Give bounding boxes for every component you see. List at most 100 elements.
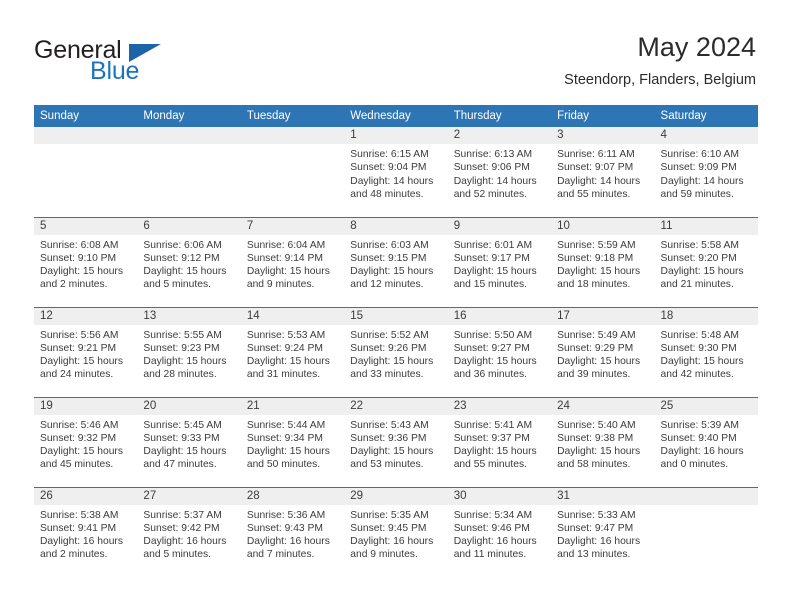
day-detail-line: Daylight: 14 hours xyxy=(350,175,434,187)
day-detail-line: Daylight: 16 hours xyxy=(557,536,641,548)
day-detail-line: Daylight: 16 hours xyxy=(143,536,227,548)
day-cell[interactable]: 24 Sunrise: 5:40 AM Sunset: 9:38 PM Dayligh… xyxy=(551,396,655,487)
day-detail-line: and 13 minutes. xyxy=(557,549,631,561)
day-number xyxy=(240,127,345,144)
day-cell[interactable]: 26 Sunrise: 5:38 AM Sunset: 9:41 PM Dayligh… xyxy=(34,486,138,577)
day-detail-line: Daylight: 15 hours xyxy=(246,266,330,278)
page-title: May 2024 xyxy=(637,32,756,62)
calendar-week-row: 1 Sunrise: 6:15 AM Sunset: 9:04 PM Daylight… xyxy=(34,127,758,217)
day-detail-line: Sunrise: 6:15 AM xyxy=(350,149,429,160)
day-detail-line: Sunrise: 5:41 AM xyxy=(453,419,533,431)
day-number: 10 xyxy=(551,217,655,235)
day-details: Sunrise: 5:34 AM Sunset: 9:46 PM Daylight:… xyxy=(448,505,551,562)
day-cell[interactable]: 2 Sunrise: 6:13 AM Sunset: 9:06 PM Daylight… xyxy=(447,127,552,217)
page-header: General Blue May 2024 Steendorp, Flander… xyxy=(0,0,792,100)
day-number: 29 xyxy=(344,487,448,505)
day-detail-line: and 18 minutes. xyxy=(557,279,631,291)
day-cell[interactable]: 29 Sunrise: 5:35 AM Sunset: 9:45 PM Dayligh… xyxy=(344,486,448,577)
day-detail-line: Daylight: 16 hours xyxy=(453,536,537,548)
day-detail-line: and 58 minutes. xyxy=(557,459,631,471)
day-detail-line: Sunrise: 5:59 AM xyxy=(557,239,636,251)
day-detail-line: Daylight: 16 hours xyxy=(350,536,434,548)
day-number xyxy=(34,127,138,144)
day-detail-line: Sunset: 9:34 PM xyxy=(246,432,323,444)
day-detail-line: and 48 minutes. xyxy=(350,188,424,200)
day-detail-line: Sunrise: 5:55 AM xyxy=(143,329,222,341)
day-details: Sunrise: 5:53 AM Sunset: 9:24 PM Daylight:… xyxy=(241,325,344,382)
day-cell[interactable]: 7 Sunrise: 6:04 AM Sunset: 9:14 PM Daylight… xyxy=(240,216,345,307)
day-detail-line: Sunset: 9:21 PM xyxy=(40,342,117,354)
day-cell[interactable]: 30 Sunrise: 5:34 AM Sunset: 9:46 PM Dayligh… xyxy=(447,486,552,577)
day-cell[interactable]: 12 Sunrise: 5:56 AM Sunset: 9:21 PM Dayligh… xyxy=(34,306,138,397)
day-cell[interactable]: 16 Sunrise: 5:50 AM Sunset: 9:27 PM Dayligh… xyxy=(447,306,552,397)
day-detail-line: Daylight: 16 hours xyxy=(660,446,744,458)
day-cell[interactable]: 8 Sunrise: 6:03 AM Sunset: 9:15 PM Daylight… xyxy=(344,216,448,307)
day-cell[interactable]: 27 Sunrise: 5:37 AM Sunset: 9:42 PM Dayligh… xyxy=(137,486,241,577)
day-cell[interactable]: 1 Sunrise: 6:15 AM Sunset: 9:04 PM Daylight… xyxy=(344,127,448,217)
day-detail-line: Sunrise: 5:38 AM xyxy=(40,509,119,521)
day-cell[interactable]: 19 Sunrise: 5:46 AM Sunset: 9:32 PM Dayligh… xyxy=(34,396,138,487)
day-cell[interactable]: 17 Sunrise: 5:49 AM Sunset: 9:29 PM Dayligh… xyxy=(551,306,655,397)
day-detail-line: and 36 minutes. xyxy=(453,369,527,381)
day-detail-line: and 7 minutes. xyxy=(246,549,315,561)
calendar-week-row: 12 Sunrise: 5:56 AM Sunset: 9:21 PM Dayligh… xyxy=(34,306,758,397)
day-details: Sunrise: 5:58 AM Sunset: 9:20 PM Daylight:… xyxy=(655,235,758,292)
day-cell-empty xyxy=(137,127,241,217)
day-cell[interactable]: 14 Sunrise: 5:53 AM Sunset: 9:24 PM Dayligh… xyxy=(240,306,345,397)
day-detail-line: Sunset: 9:24 PM xyxy=(246,342,323,354)
day-cell[interactable]: 6 Sunrise: 6:06 AM Sunset: 9:12 PM Daylight… xyxy=(137,216,241,307)
day-cell[interactable]: 13 Sunrise: 5:55 AM Sunset: 9:23 PM Dayligh… xyxy=(137,306,241,397)
day-cell[interactable]: 15 Sunrise: 5:52 AM Sunset: 9:26 PM Dayligh… xyxy=(344,306,448,397)
day-detail-line: and 39 minutes. xyxy=(557,369,631,381)
weekday-header-cell: Thursday xyxy=(447,105,552,127)
day-detail-line: Sunset: 9:30 PM xyxy=(660,342,737,354)
day-detail-line: Sunrise: 5:36 AM xyxy=(246,509,326,521)
day-cell[interactable]: 23 Sunrise: 5:41 AM Sunset: 9:37 PM Dayligh… xyxy=(447,396,552,487)
day-detail-line: and 52 minutes. xyxy=(453,188,527,200)
day-details: Sunrise: 5:41 AM Sunset: 9:37 PM Daylight:… xyxy=(448,415,551,472)
day-detail-line: and 2 minutes. xyxy=(40,549,108,561)
day-cell[interactable]: 21 Sunrise: 5:44 AM Sunset: 9:34 PM Dayligh… xyxy=(240,396,345,487)
day-cell[interactable]: 5 Sunrise: 6:08 AM Sunset: 9:10 PM Daylight… xyxy=(34,216,138,307)
day-details: Sunrise: 5:50 AM Sunset: 9:27 PM Daylight:… xyxy=(448,325,551,382)
day-detail-line: Sunrise: 5:33 AM xyxy=(557,509,636,521)
day-number: 14 xyxy=(240,307,345,325)
day-details: Sunrise: 5:49 AM Sunset: 9:29 PM Daylight:… xyxy=(551,325,654,382)
day-detail-line: Sunrise: 5:52 AM xyxy=(350,329,429,341)
day-details: Sunrise: 5:55 AM Sunset: 9:23 PM Daylight:… xyxy=(137,325,240,382)
day-cell[interactable]: 22 Sunrise: 5:43 AM Sunset: 9:36 PM Dayligh… xyxy=(344,396,448,487)
day-detail-line: and 31 minutes. xyxy=(246,369,321,381)
day-detail-line: Daylight: 15 hours xyxy=(143,266,227,278)
day-cell[interactable]: 11 Sunrise: 5:58 AM Sunset: 9:20 PM Dayligh… xyxy=(654,216,758,307)
day-cell[interactable]: 18 Sunrise: 5:48 AM Sunset: 9:30 PM Dayligh… xyxy=(654,306,758,397)
day-detail-line: Daylight: 15 hours xyxy=(350,356,434,368)
day-number: 21 xyxy=(240,397,345,415)
day-cell[interactable]: 20 Sunrise: 5:45 AM Sunset: 9:33 PM Dayligh… xyxy=(137,396,241,487)
day-cell[interactable]: 25 Sunrise: 5:39 AM Sunset: 9:40 PM Dayligh… xyxy=(654,396,758,487)
day-detail-line: Daylight: 15 hours xyxy=(453,446,537,458)
day-details xyxy=(241,144,344,148)
day-details: Sunrise: 6:13 AM Sunset: 9:06 PM Daylight:… xyxy=(448,144,551,201)
day-cell[interactable]: 31 Sunrise: 5:33 AM Sunset: 9:47 PM Dayligh… xyxy=(551,486,655,577)
day-detail-line: Daylight: 15 hours xyxy=(557,446,641,458)
day-details: Sunrise: 5:35 AM Sunset: 9:45 PM Daylight:… xyxy=(344,505,447,562)
day-detail-line: and 24 minutes. xyxy=(40,369,114,381)
day-cell[interactable]: 4 Sunrise: 6:10 AM Sunset: 9:09 PM Daylight… xyxy=(654,127,758,217)
day-details: Sunrise: 6:08 AM Sunset: 9:10 PM Daylight:… xyxy=(34,235,137,292)
day-cell[interactable]: 10 Sunrise: 5:59 AM Sunset: 9:18 PM Dayligh… xyxy=(551,216,655,307)
day-detail-line: and 15 minutes. xyxy=(453,279,527,291)
day-details: Sunrise: 5:44 AM Sunset: 9:34 PM Daylight:… xyxy=(241,415,344,472)
day-number: 26 xyxy=(34,487,138,505)
day-detail-line: Daylight: 15 hours xyxy=(660,356,744,368)
day-detail-line: Daylight: 15 hours xyxy=(660,266,744,278)
day-cell[interactable]: 3 Sunrise: 6:11 AM Sunset: 9:07 PM Daylight… xyxy=(551,127,655,217)
day-cell[interactable]: 9 Sunrise: 6:01 AM Sunset: 9:17 PM Daylight… xyxy=(447,216,552,307)
day-cell-empty xyxy=(654,486,758,577)
day-detail-line: Daylight: 15 hours xyxy=(557,356,641,368)
day-detail-line: and 9 minutes. xyxy=(246,279,315,291)
day-details: Sunrise: 5:59 AM Sunset: 9:18 PM Daylight:… xyxy=(551,235,654,292)
day-details: Sunrise: 5:43 AM Sunset: 9:36 PM Daylight:… xyxy=(344,415,447,472)
day-details: Sunrise: 6:15 AM Sunset: 9:04 PM Daylight:… xyxy=(344,144,447,201)
day-cell[interactable]: 28 Sunrise: 5:36 AM Sunset: 9:43 PM Dayligh… xyxy=(240,486,345,577)
day-number: 30 xyxy=(447,487,552,505)
